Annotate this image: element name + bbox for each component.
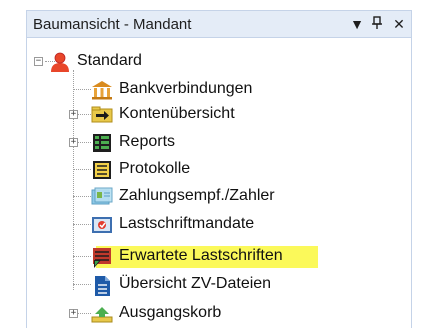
collapse-icon[interactable]: −	[34, 56, 43, 66]
user-icon	[49, 52, 71, 72]
report-icon	[91, 133, 113, 152]
pin-icon[interactable]	[369, 15, 385, 33]
folder-arrow-icon	[91, 105, 113, 123]
panel-titlebar: Baumansicht - Mandant ▼ ✕	[26, 10, 412, 38]
tree-item-label: Kontenübersicht	[119, 105, 235, 122]
expand-icon[interactable]: +	[69, 309, 78, 318]
bank-icon	[91, 80, 113, 100]
tree-item-label: Erwartete Lastschriften	[119, 247, 283, 264]
tree-item-erwartete-lastschriften[interactable]: Erwartete Lastschriften	[91, 244, 283, 268]
tree-item-reports[interactable]: Reports	[91, 130, 175, 154]
tree-item-label: Zahlungsempf./Zahler	[119, 187, 275, 204]
expand-icon[interactable]: +	[69, 110, 78, 119]
panel-title: Baumansicht - Mandant	[33, 16, 192, 33]
tree-item-label: Lastschriftmandate	[119, 215, 255, 232]
tree-item-uebersicht-zv-dateien[interactable]: Übersicht ZV-Dateien	[91, 272, 271, 296]
tree-item-kontenuebersicht[interactable]: Kontenübersicht	[91, 102, 235, 126]
tree-item-protokolle[interactable]: Protokolle	[91, 157, 190, 181]
tree-item-label: Übersicht ZV-Dateien	[119, 275, 272, 292]
tree-item-label: Ausgangskorb	[119, 304, 222, 321]
tree-view-panel: Baumansicht - Mandant ▼ ✕ − Standard Ban…	[0, 0, 428, 334]
outbox-icon	[91, 304, 113, 323]
tree-item-label: Standard	[77, 52, 142, 69]
contacts-icon	[91, 187, 113, 205]
dropdown-icon[interactable]: ▼	[349, 15, 365, 33]
tree-item-ausgangskorb[interactable]: Ausgangskorb	[91, 301, 221, 325]
protocol-icon	[91, 160, 113, 179]
tree-item-label: Protokolle	[119, 160, 191, 177]
tree-item-bankverbindungen[interactable]: Bankverbindungen	[91, 77, 252, 101]
tree-item-zahlungsempf[interactable]: Zahlungsempf./Zahler	[91, 184, 275, 208]
expand-icon[interactable]: +	[69, 138, 78, 147]
mandate-icon	[91, 215, 113, 233]
tree-item-label: Bankverbindungen	[119, 80, 253, 97]
tree-item-lastschriftmandate[interactable]: Lastschriftmandate	[91, 212, 254, 236]
tree-item-standard[interactable]: − Standard	[34, 49, 142, 73]
document-icon	[91, 275, 113, 296]
tree-item-label: Reports	[119, 133, 176, 150]
expected-debits-icon	[91, 247, 113, 268]
close-icon[interactable]: ✕	[391, 15, 407, 33]
